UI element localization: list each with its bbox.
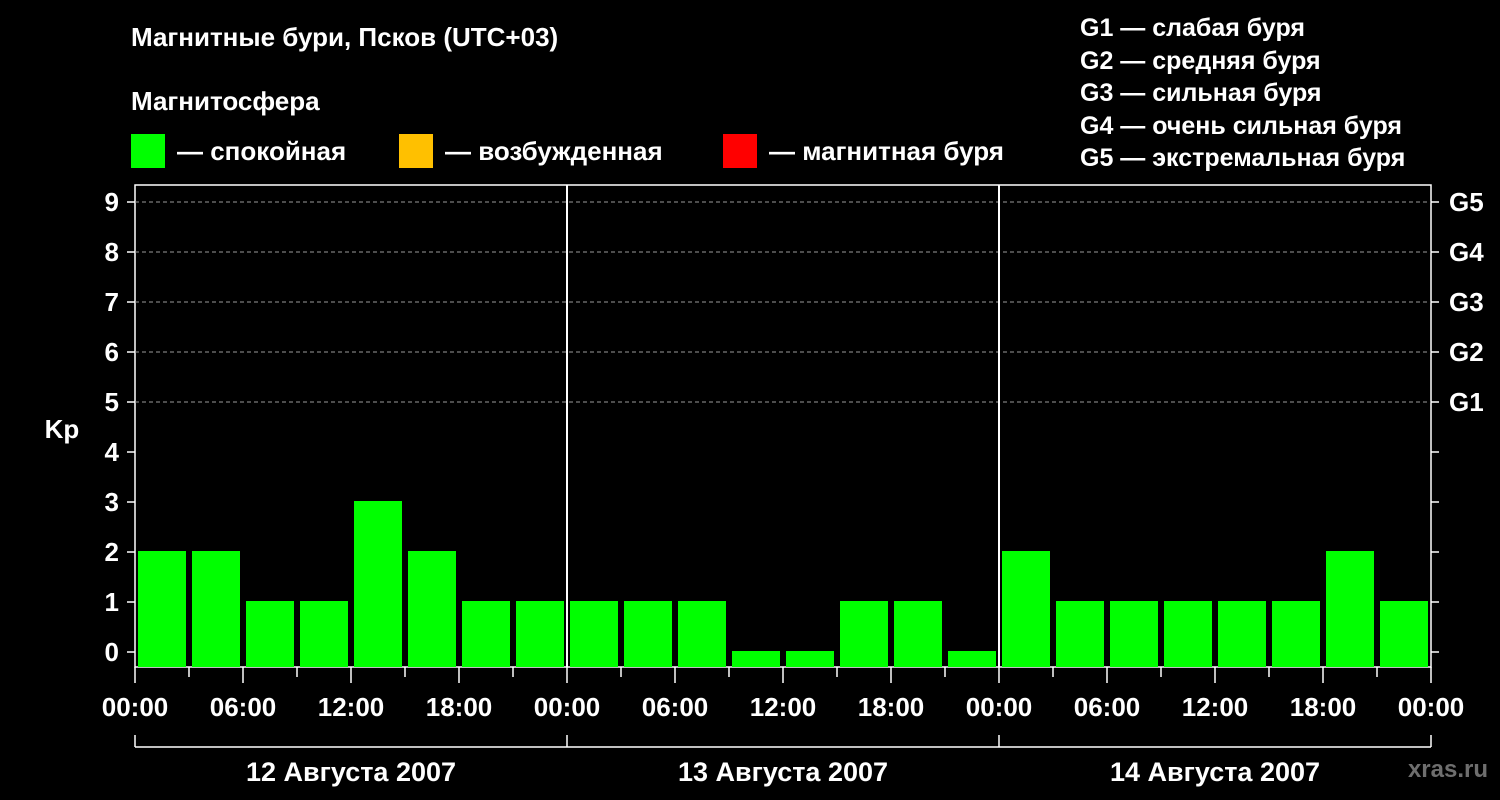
g-scale-label: G1 [1449, 387, 1484, 417]
kp-bar [840, 601, 888, 667]
kp-bar [516, 601, 564, 667]
kp-bar [1056, 601, 1104, 667]
x-tick-label: 06:00 [1074, 692, 1141, 722]
x-tick-label: 06:00 [642, 692, 709, 722]
y-tick-label: 6 [105, 337, 119, 367]
y-tick-label: 2 [105, 537, 119, 567]
plot-frame [134, 184, 1432, 668]
kp-bar [786, 651, 834, 667]
kp-bar [1110, 601, 1158, 667]
kp-bar [1272, 601, 1320, 667]
kp-bar [894, 601, 942, 667]
kp-bar [948, 651, 996, 667]
kp-bar-chart: 0 1 2 3 4 5 6 7 8 9 G1 G2 G3 G4 G5 Kp 00:00 06:00 12:00 18:… [45, 184, 1484, 787]
kp-bar [624, 601, 672, 667]
x-tick-label: 18:00 [426, 692, 493, 722]
kp-bar [570, 601, 618, 667]
y-tick-label: 4 [105, 437, 120, 467]
y-tick-label: 0 [105, 637, 119, 667]
kp-bar [1380, 601, 1428, 667]
kp-bar [462, 601, 510, 667]
x-tick-label: 00:00 [102, 692, 169, 722]
kp-bar [1218, 601, 1266, 667]
x-tick-label: 06:00 [210, 692, 277, 722]
kp-bar [732, 651, 780, 667]
y-tick-label: 8 [105, 237, 119, 267]
day-label: 13 Августа 2007 [678, 757, 888, 787]
x-tick-label: 00:00 [1398, 692, 1465, 722]
y-tick-label: 9 [105, 187, 119, 217]
kp-bar [300, 601, 348, 667]
y-tick-label: 3 [105, 487, 119, 517]
site-watermark: xras.ru [1407, 756, 1488, 783]
kp-bar [408, 551, 456, 667]
g-scale-label: G5 [1449, 187, 1484, 217]
kp-bar [1002, 551, 1050, 667]
x-tick-label: 00:00 [534, 692, 601, 722]
x-tick-label: 12:00 [318, 692, 385, 722]
y-tick-label: 5 [105, 387, 119, 417]
x-tick-label: 12:00 [1182, 692, 1249, 722]
x-tick-label: 00:00 [966, 692, 1033, 722]
kp-bar [192, 551, 240, 667]
kp-bar [1326, 551, 1374, 667]
y-tick-label: 1 [105, 587, 119, 617]
kp-bar [354, 501, 402, 667]
kp-bar [246, 601, 294, 667]
day-label: 12 Августа 2007 [246, 757, 456, 787]
kp-bar [138, 551, 186, 667]
y-tick-label: 7 [105, 287, 119, 317]
x-tick-label: 18:00 [1290, 692, 1357, 722]
g-scale-label: G2 [1449, 337, 1484, 367]
kp-bar [1164, 601, 1212, 667]
x-tick-label: 12:00 [750, 692, 817, 722]
y-axis-label: Kp [45, 414, 80, 444]
g-scale-label: G3 [1449, 287, 1484, 317]
g-scale-label: G4 [1449, 237, 1484, 267]
kp-bar [678, 601, 726, 667]
day-label: 14 Августа 2007 [1110, 757, 1320, 787]
x-tick-label: 18:00 [858, 692, 925, 722]
